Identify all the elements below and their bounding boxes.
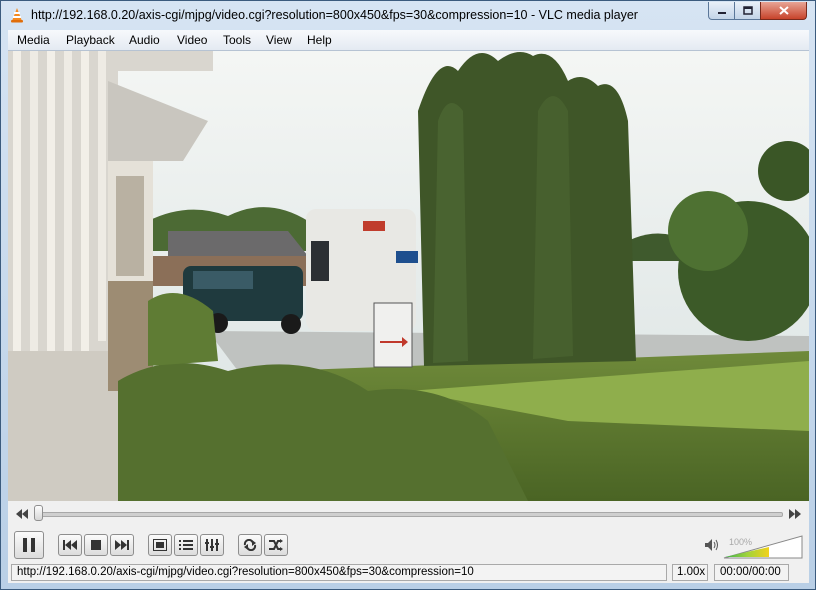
status-bar: http://192.168.0.20/axis-cgi/mjpg/video.… [8,563,809,583]
pause-icon [23,538,35,552]
stop-button[interactable] [84,534,108,556]
loop-icon [243,539,257,551]
title-bar[interactable]: http://192.168.0.20/axis-cgi/mjpg/video.… [1,1,815,30]
seek-forward-icon[interactable] [788,509,802,519]
next-icon [115,540,129,550]
menu-bar: Media Playback Audio Video Tools View He… [8,30,809,51]
menu-audio[interactable]: Audio [129,33,160,47]
speaker-icon[interactable] [704,538,720,552]
next-button[interactable] [110,534,134,556]
close-button[interactable] [760,2,807,20]
seek-bar[interactable] [36,512,783,517]
loop-button[interactable] [238,534,262,556]
extended-settings-button[interactable] [200,534,224,556]
menu-help[interactable]: Help [307,33,332,47]
fullscreen-icon [153,539,167,551]
extended-settings-icon [205,539,219,551]
shuffle-button[interactable] [264,534,288,556]
time-display[interactable]: 00:00/00:00 [714,564,789,581]
menu-tools[interactable]: Tools [223,33,251,47]
window-title: http://192.168.0.20/axis-cgi/mjpg/video.… [31,8,638,22]
previous-icon [63,540,77,550]
seek-backward-icon[interactable] [15,509,29,519]
volume-slider[interactable] [723,535,803,559]
fullscreen-button[interactable] [148,534,172,556]
previous-button[interactable] [58,534,82,556]
status-url: http://192.168.0.20/axis-cgi/mjpg/video.… [11,564,667,581]
vlc-window: http://192.168.0.20/axis-cgi/mjpg/video.… [0,0,816,590]
maximize-button[interactable] [734,2,761,20]
playlist-icon [179,540,193,550]
video-frame [8,51,809,501]
stop-icon [91,540,101,550]
playback-speed[interactable]: 1.00x [672,564,708,581]
minimize-icon [717,11,726,14]
playback-controls: 100% [8,501,809,563]
pause-button[interactable] [14,531,44,559]
menu-view[interactable]: View [266,33,292,47]
menu-video[interactable]: Video [177,33,207,47]
menu-media[interactable]: Media [17,33,50,47]
video-area[interactable] [8,51,809,501]
maximize-icon [742,6,753,15]
minimize-button[interactable] [708,2,735,20]
vlc-cone-icon [11,8,23,23]
playlist-button[interactable] [174,534,198,556]
seek-handle[interactable] [34,505,43,521]
menu-playback[interactable]: Playback [66,33,115,47]
shuffle-icon [269,539,283,551]
close-icon [778,6,789,15]
